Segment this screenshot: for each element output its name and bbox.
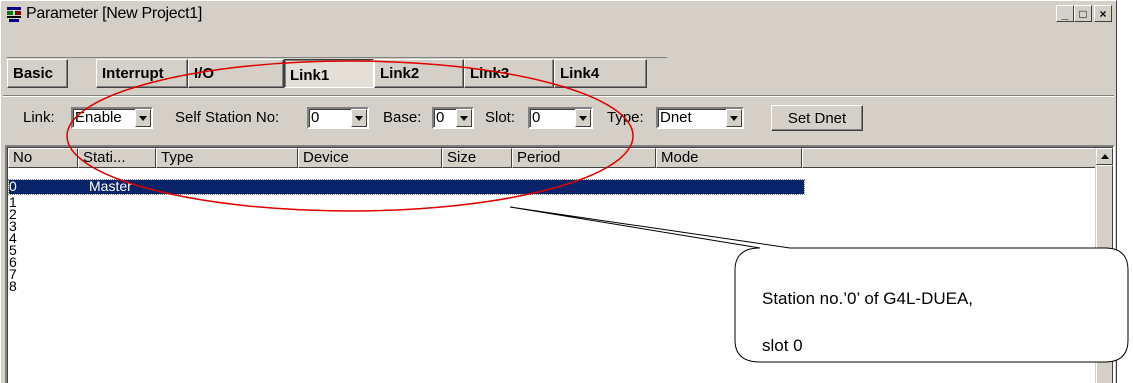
- table-row[interactable]: 4: [9, 230, 89, 246]
- link-select-value: Enable: [75, 109, 122, 126]
- self-station-value: 0: [311, 109, 320, 126]
- vertical-scrollbar[interactable]: [1095, 148, 1113, 383]
- column-station[interactable]: Stati...: [78, 148, 156, 168]
- restore-button[interactable]: □: [1074, 5, 1092, 22]
- table-row[interactable]: 6: [9, 254, 89, 270]
- app-icon: [5, 5, 23, 23]
- base-select[interactable]: 0: [432, 107, 474, 129]
- table-row[interactable]: 1: [9, 194, 89, 210]
- callout-line-2: slot 0: [762, 336, 803, 355]
- tab-io[interactable]: I/O: [188, 59, 284, 88]
- column-device[interactable]: Device: [298, 148, 442, 168]
- type-label: Type:: [607, 109, 644, 126]
- slot-select[interactable]: 0: [528, 107, 593, 129]
- chevron-down-icon[interactable]: [726, 109, 742, 127]
- close-button[interactable]: ×: [1094, 5, 1112, 22]
- table-row[interactable]: 7: [9, 266, 89, 282]
- table-row[interactable]: 3: [9, 218, 89, 234]
- tab-link1[interactable]: Link1: [284, 59, 374, 88]
- slot-label: Slot:: [485, 109, 516, 126]
- column-no[interactable]: No: [8, 148, 78, 168]
- column-type[interactable]: Type: [156, 148, 298, 168]
- type-select[interactable]: Dnet: [656, 107, 744, 129]
- self-station-select[interactable]: 0: [307, 107, 369, 129]
- tab-basic[interactable]: Basic: [7, 59, 68, 88]
- chevron-down-icon[interactable]: [135, 109, 151, 127]
- table-row[interactable]: 8: [9, 278, 89, 294]
- station-list[interactable]: No Stati... Type Device Size Period Mode…: [5, 145, 1115, 383]
- set-dnet-button[interactable]: Set Dnet: [771, 105, 863, 131]
- row-station: Master: [89, 178, 132, 194]
- row-no: 5: [9, 242, 17, 258]
- column-size[interactable]: Size: [442, 148, 512, 168]
- close-icon: ×: [1099, 6, 1107, 21]
- tab-link4[interactable]: Link4: [554, 59, 647, 88]
- column-mode[interactable]: Mode: [656, 148, 802, 168]
- title-bar[interactable]: Parameter [New Project1] _ □ ×: [3, 3, 1114, 25]
- list-header: No Stati... Type Device Size Period Mode: [8, 148, 1102, 168]
- tab-link3[interactable]: Link3: [464, 59, 554, 88]
- row-no: 8: [9, 278, 17, 294]
- table-row[interactable]: 5: [9, 242, 89, 258]
- chevron-down-icon[interactable]: [456, 109, 472, 127]
- tab-bar-divider: [7, 57, 667, 58]
- link-select[interactable]: Enable: [71, 107, 153, 129]
- window-title: Parameter [New Project1]: [26, 5, 202, 22]
- base-label: Base:: [383, 109, 422, 126]
- parameter-window: Parameter [New Project1] _ □ × Basic Int…: [0, 0, 1117, 383]
- scroll-up-button[interactable]: [1096, 148, 1113, 165]
- tab-bar: Basic Interrupt I/O Link1 Link2 Link3 Li…: [7, 59, 1111, 89]
- row-no: 6: [9, 254, 17, 270]
- table-row[interactable]: 0 Master: [8, 178, 805, 195]
- minimize-icon: _: [1061, 6, 1069, 21]
- slot-value: 0: [532, 109, 541, 126]
- row-no: 1: [9, 194, 17, 210]
- row-no: 0: [9, 178, 17, 194]
- link-label: Link:: [23, 109, 55, 126]
- restore-icon: □: [1079, 6, 1087, 21]
- column-period[interactable]: Period: [512, 148, 656, 168]
- tab-link2[interactable]: Link2: [374, 59, 464, 88]
- base-value: 0: [436, 109, 445, 126]
- chevron-down-icon[interactable]: [351, 109, 367, 127]
- arrow-up-icon: [1100, 154, 1109, 159]
- row-no: 2: [9, 206, 17, 222]
- table-row[interactable]: 2: [9, 206, 89, 222]
- separator: [3, 95, 1114, 97]
- minimize-button[interactable]: _: [1056, 5, 1074, 22]
- type-value: Dnet: [660, 109, 692, 126]
- row-no: 3: [9, 218, 17, 234]
- scroll-thumb[interactable]: [1096, 165, 1113, 383]
- tab-interrupt[interactable]: Interrupt: [96, 59, 188, 88]
- row-no: 7: [9, 266, 17, 282]
- self-station-label: Self Station No:: [175, 109, 280, 126]
- column-filler: [802, 148, 1102, 168]
- row-no: 4: [9, 230, 17, 246]
- link-options-bar: Link: Enable Self Station No: 0 Base: 0 …: [11, 105, 1111, 131]
- chevron-down-icon[interactable]: [575, 109, 591, 127]
- callout-line-1: Station no.’0’ of G4L-DUEA,: [762, 289, 974, 308]
